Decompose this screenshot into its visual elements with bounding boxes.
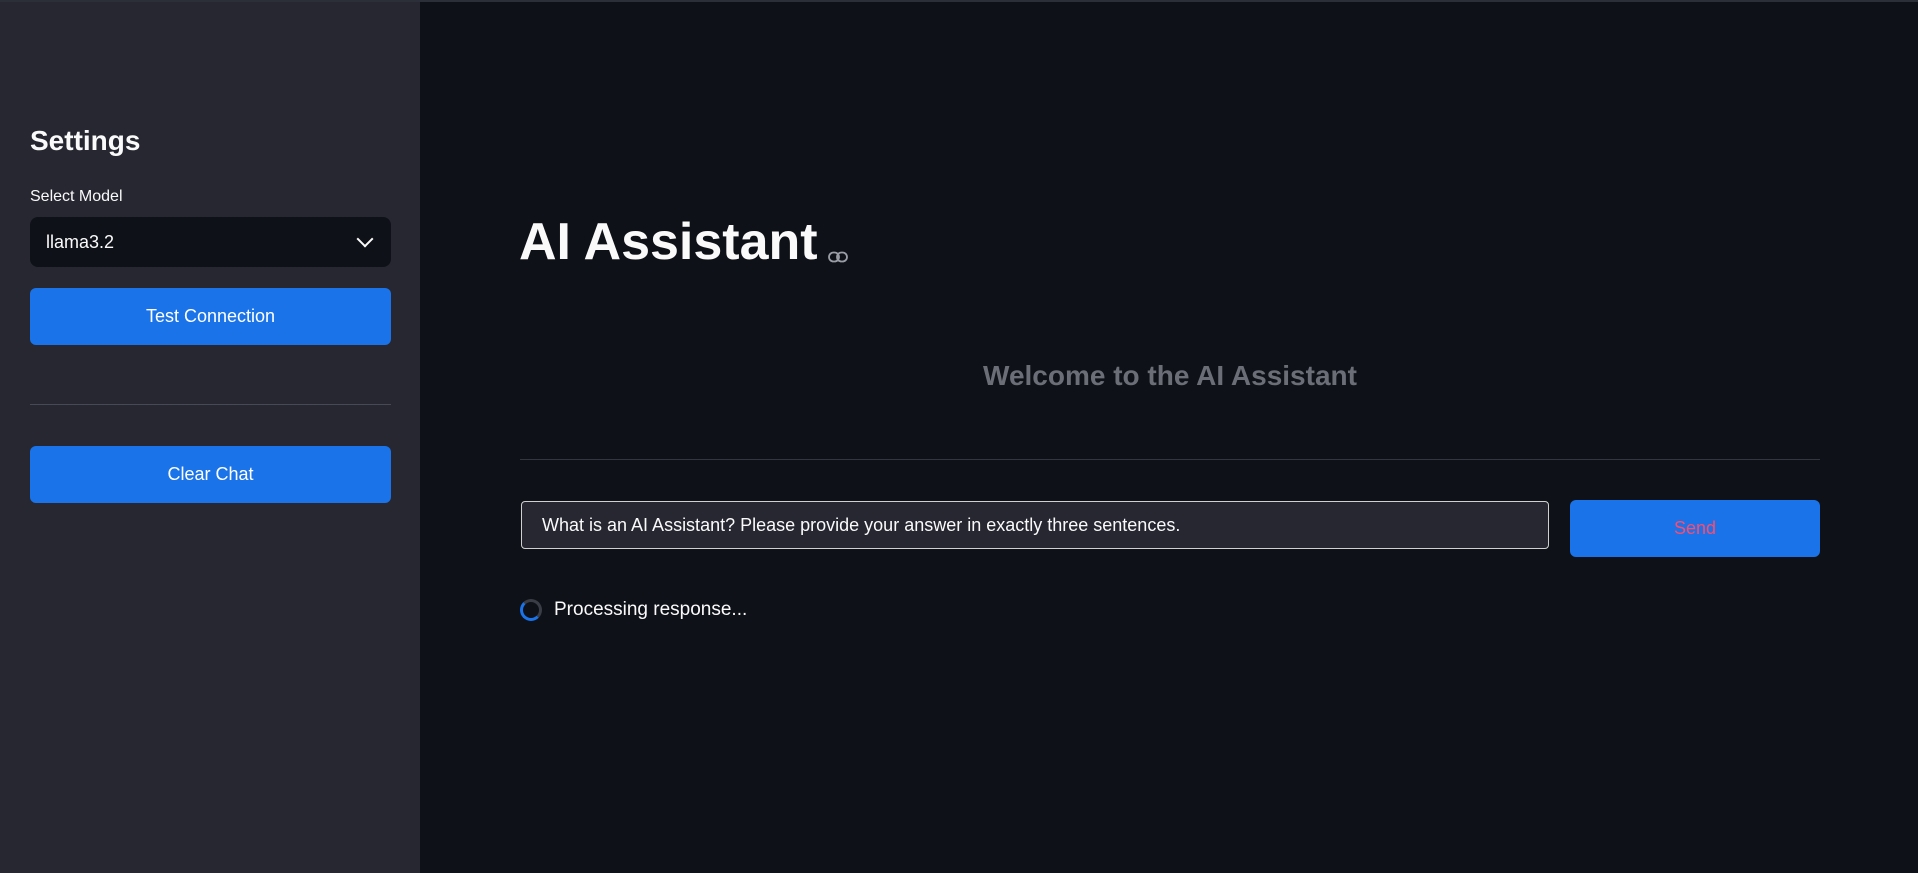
- model-select-label: Select Model: [30, 188, 123, 205]
- sidebar: Settings Select Model llama3.2 Test Conn…: [0, 2, 420, 873]
- welcome-heading: Welcome to the AI Assistant: [983, 360, 1357, 391]
- sidebar-title: Settings: [30, 125, 141, 156]
- page-title-container: AI Assistant: [519, 208, 848, 276]
- page-title: AI Assistant: [519, 213, 818, 271]
- spinner-icon: [520, 599, 542, 621]
- model-select[interactable]: llama3.2: [30, 217, 391, 267]
- test-connection-button[interactable]: Test Connection: [30, 288, 391, 345]
- processing-text: Processing response...: [554, 599, 748, 620]
- send-button[interactable]: Send: [1570, 500, 1820, 557]
- main-divider: [520, 459, 1820, 460]
- model-select-value: llama3.2: [46, 231, 115, 252]
- link-icon[interactable]: [827, 216, 848, 276]
- clear-chat-button[interactable]: Clear Chat: [30, 446, 391, 503]
- processing-status: Processing response...: [520, 599, 747, 621]
- sidebar-divider: [30, 404, 391, 405]
- chat-input[interactable]: [521, 501, 1549, 549]
- chevron-down-icon: [356, 230, 374, 248]
